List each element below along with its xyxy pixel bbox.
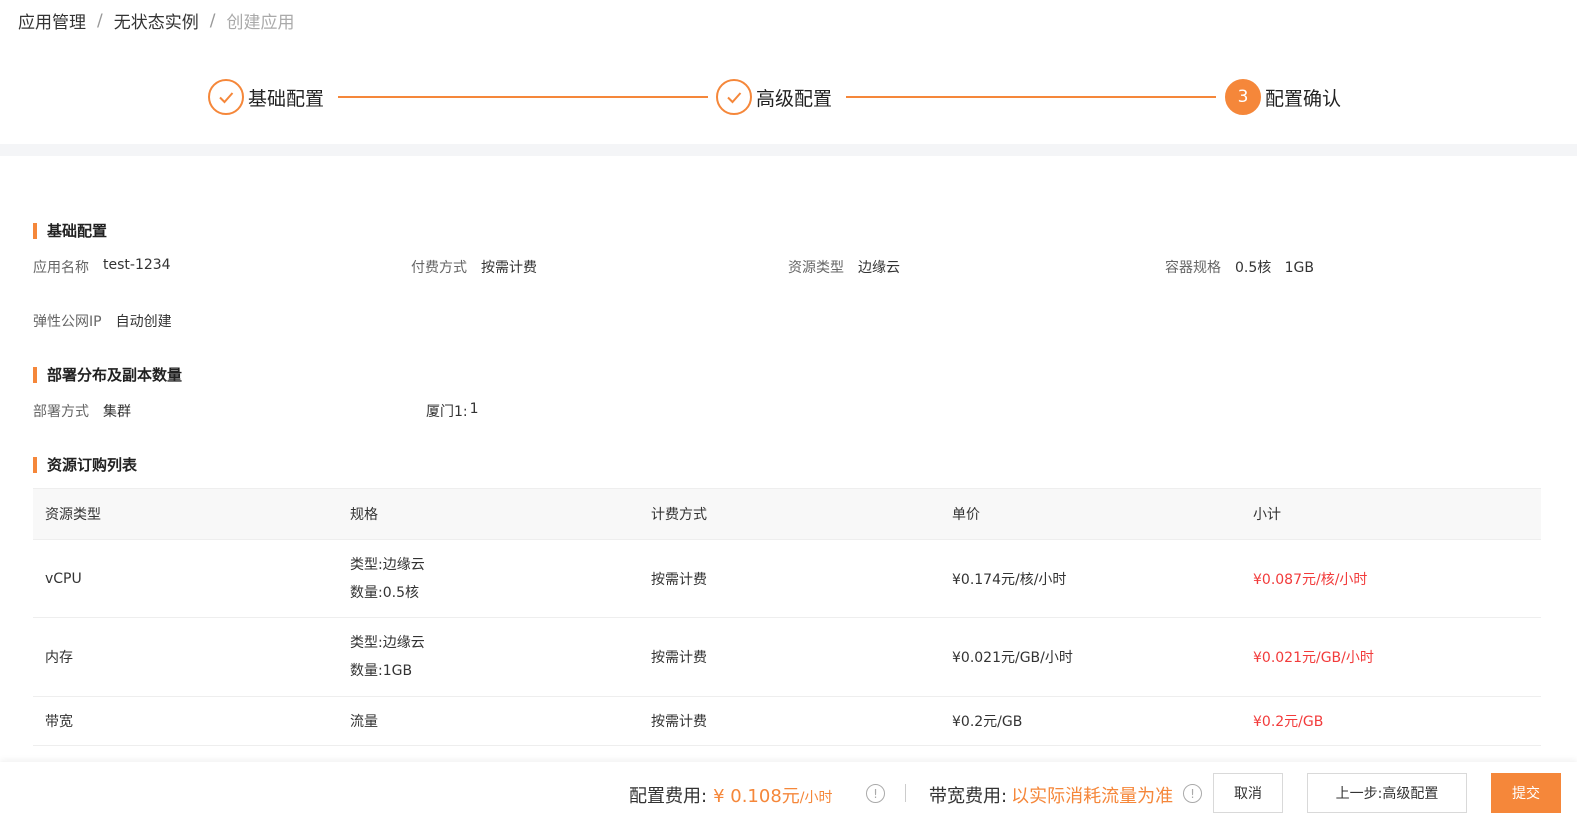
section-title-deploy: 部署分布及副本数量 [33,367,182,383]
field-resource-type: 资源类型 边缘云 [788,257,900,277]
cell-subtotal: ¥0.2元/GB [1241,696,1541,746]
bandwidth-fee-value: 以实际消耗流量为准 [1011,786,1174,807]
footer-bar: 配置费用: ¥ 0.108元 /小时 ! 带宽费用: 以实际消耗流量为准 ! 取… [0,762,1577,823]
cell-price: ¥0.174元/核/小时 [940,539,1241,618]
field-value: 按需计费 [481,260,537,276]
field-deploy-mode: 部署方式 集群 [33,401,131,421]
field-value: 集群 [103,404,131,420]
spec-line: 类型:边缘云 [350,635,425,651]
field-label: 弹性公网IP [33,314,102,330]
field-deploy-location: 厦门1: 1 [426,401,479,421]
spec-line: 类型:边缘云 [350,556,425,573]
column-header: 资源类型 [33,488,338,540]
breadcrumb-create-app: 创建应用 [226,13,295,33]
footer-separator [905,784,906,802]
cell-type: 带宽 [33,696,338,746]
step-confirm-config: 3 配置确认 [1225,78,1341,116]
column-header: 规格 [338,488,639,540]
field-label: 容器规格 [1165,260,1221,276]
info-icon[interactable]: ! [1183,784,1202,803]
cell-billing: 按需计费 [639,617,940,697]
cell-billing: 按需计费 [639,539,940,618]
cell-subtotal: ¥0.021元/GB/小时 [1241,617,1541,697]
breadcrumb-app-management[interactable]: 应用管理 [18,8,86,33]
field-app-name: 应用名称 test-1234 [33,257,171,277]
step-connector [338,96,708,98]
field-eip: 弹性公网IP 自动创建 [33,311,172,331]
spec-line: 数量:1GB [350,663,413,679]
field-value: 1 [469,401,479,417]
column-header: 小计 [1241,488,1541,540]
field-label: 部署方式 [33,404,89,420]
field-label: 厦门1: [426,404,468,420]
cell-spec: 流量 [338,696,639,746]
step-basic-config: 基础配置 [208,78,324,116]
column-header: 单价 [940,488,1241,540]
section-title-resources: 资源订购列表 [33,457,137,473]
breadcrumb-separator: / [209,10,216,31]
cell-price: ¥0.021元/GB/小时 [940,617,1241,697]
field-value: test-1234 [103,257,171,273]
step-number-badge: 3 [1225,79,1261,115]
submit-button[interactable]: 提交 [1491,773,1561,813]
breadcrumb-separator: / [97,10,103,31]
bandwidth-fee-label: 带宽费用: [929,786,1008,807]
check-icon [716,79,752,115]
step-progress: 基础配置 高级配置 3 配置确认 [0,78,1577,118]
step-label: 高级配置 [756,87,833,110]
cell-spec: 类型:边缘云 数量:0.5核 [338,539,639,618]
table-row: 内存 类型:边缘云 数量:1GB 按需计费 ¥0.021元/GB/小时 ¥0.0… [33,617,1541,697]
cell-type: vCPU [33,539,338,618]
field-container-spec: 容器规格 0.5核 1GB [1165,257,1314,277]
cancel-button[interactable]: 取消 [1213,773,1283,813]
step-advanced-config: 高级配置 [716,78,832,116]
column-header: 计费方式 [639,488,940,540]
step-label: 基础配置 [248,87,325,110]
table-header-row: 资源类型 规格 计费方式 单价 小计 [33,488,1541,540]
cell-billing: 按需计费 [639,696,940,746]
field-value: 自动创建 [115,314,172,330]
cell-price: ¥0.2元/GB [940,696,1241,746]
field-label: 资源类型 [788,260,844,276]
resource-table: 资源类型 规格 计费方式 单价 小计 vCPU 类型:边缘云 数量:0.5核 按… [33,488,1541,746]
section-title-basic: 基础配置 [33,223,107,239]
cell-spec: 类型:边缘云 数量:1GB [338,617,639,697]
step-label: 配置确认 [1265,87,1342,110]
cell-type: 内存 [33,617,338,697]
field-label: 付费方式 [411,260,467,276]
config-fee: 配置费用: ¥ 0.108元 /小时 [629,782,833,808]
breadcrumb-stateless-instance[interactable]: 无状态实例 [114,8,199,33]
spec-line: 数量:0.5核 [350,584,419,601]
field-label: 应用名称 [33,260,89,276]
field-value: 边缘云 [858,260,900,276]
field-pay-method: 付费方式 按需计费 [411,257,537,277]
field-value: 0.5核 1GB [1235,260,1314,276]
bandwidth-fee: 带宽费用: 以实际消耗流量为准 [929,782,1173,808]
config-fee-label: 配置费用: [629,786,708,807]
prev-step-button[interactable]: 上一步:高级配置 [1307,773,1467,813]
config-fee-unit: /小时 [799,790,833,806]
table-row: 带宽 流量 按需计费 ¥0.2元/GB ¥0.2元/GB [33,696,1541,746]
info-icon[interactable]: ! [866,784,885,803]
table-row: vCPU 类型:边缘云 数量:0.5核 按需计费 ¥0.174元/核/小时 ¥0… [33,539,1541,618]
breadcrumb: 应用管理 / 无状态实例 / 创建应用 [18,8,295,34]
config-fee-value: ¥ 0.108元 [713,786,800,807]
cell-subtotal: ¥0.087元/核/小时 [1241,539,1541,618]
section-divider [0,144,1577,156]
step-connector [846,96,1216,98]
check-icon [208,79,244,115]
